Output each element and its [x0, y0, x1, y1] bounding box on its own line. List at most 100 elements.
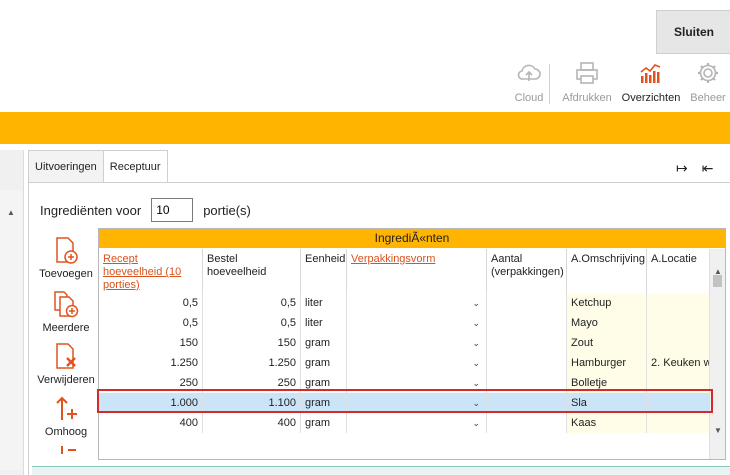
- cell-bestel[interactable]: 0,5: [203, 313, 301, 333]
- cell-recept[interactable]: 150: [99, 333, 203, 353]
- delete-document-icon: [56, 343, 76, 369]
- col-header-verpakkingsvorm[interactable]: Verpakkingsvorm: [347, 249, 487, 293]
- col-header-eenheid[interactable]: Eenheid: [301, 249, 347, 293]
- col-header-omschrijving[interactable]: A.Omschrijving: [567, 249, 647, 293]
- add-multiple-button[interactable]: Meerdere: [34, 290, 98, 334]
- table-row[interactable]: 1.250 1.250 gram ⌄ Hamburger 2. Keuken w: [99, 353, 711, 373]
- tab-uitvoeringen[interactable]: Uitvoeringen: [28, 150, 104, 183]
- table-row[interactable]: 400 400 gram ⌄ Kaas: [99, 413, 711, 433]
- tool-cloud[interactable]: Cloud: [512, 60, 546, 108]
- tool-manage[interactable]: Beheer: [688, 60, 728, 108]
- cell-aantal[interactable]: [487, 313, 567, 333]
- collapse-left-icon[interactable]: ⇤: [702, 160, 714, 177]
- panel-size-controls: ↦ ⇤: [676, 160, 713, 177]
- cell-bestel-text: 1.250: [268, 357, 296, 369]
- cell-bestel[interactable]: 150: [203, 333, 301, 353]
- chevron-down-icon[interactable]: ⌄: [472, 313, 480, 333]
- cell-eenheid: liter: [301, 313, 347, 333]
- table-row[interactable]: 150 150 gram ⌄ Zout: [99, 333, 711, 353]
- tool-overviews[interactable]: Overzichten: [620, 60, 682, 108]
- close-button[interactable]: Sluiten: [656, 10, 730, 54]
- cell-eenheid: gram: [301, 413, 347, 433]
- cell-omschrijving-text: Hamburger: [571, 357, 627, 369]
- tool-print-label: Afdrukken: [562, 92, 612, 104]
- cell-aantal[interactable]: [487, 353, 567, 373]
- cell-bestel-text: 150: [277, 337, 296, 349]
- cloud-upload-icon: [517, 64, 541, 81]
- toolbar-separator: [549, 64, 550, 104]
- cell-omschrijving: Ketchup: [567, 293, 647, 313]
- cell-eenheid-text: gram: [305, 377, 331, 389]
- cell-recept-text: 0,5: [182, 317, 198, 329]
- move-up-button[interactable]: Omhoog: [34, 394, 98, 438]
- move-up-icon: [56, 396, 77, 420]
- col-header-recept[interactable]: Recept hoeveelheid (10 porties): [99, 249, 203, 293]
- cell-omschrijving: Kaas: [567, 413, 647, 433]
- portions-unit-label: portie(s): [203, 202, 251, 218]
- col-header-bestel[interactable]: Bestel hoeveelheid: [203, 249, 301, 293]
- cell-recept[interactable]: 400: [99, 413, 203, 433]
- cell-bestel-text: 0,5: [280, 317, 296, 329]
- chevron-down-icon[interactable]: ⌄: [472, 413, 480, 433]
- tool-overviews-label: Overzichten: [621, 92, 681, 104]
- ingredients-grid: IngrediÃ«nten Recept hoeveelheid (10 por…: [98, 228, 726, 460]
- bar-chart-icon: [640, 64, 661, 83]
- add-multiple-documents-icon: [54, 291, 79, 318]
- cell-bestel[interactable]: 0,5: [203, 293, 301, 313]
- cell-eenheid: gram: [301, 333, 347, 353]
- expand-right-icon[interactable]: ↦: [676, 160, 688, 177]
- bottom-status-strip: [32, 466, 730, 475]
- cell-recept[interactable]: 0,5: [99, 293, 203, 313]
- cell-recept-text: 400: [179, 417, 198, 429]
- cell-locatie: [647, 333, 711, 353]
- add-button[interactable]: Toevoegen: [34, 236, 98, 280]
- cell-recept[interactable]: 1.250: [99, 353, 203, 373]
- cell-recept-text: 0,5: [182, 297, 198, 309]
- cell-omschrijving: Zout: [567, 333, 647, 353]
- cell-aantal[interactable]: [487, 413, 567, 433]
- left-scrollbar[interactable]: [0, 190, 22, 470]
- cell-recept-text: 250: [179, 377, 198, 389]
- portions-input[interactable]: [151, 198, 194, 222]
- cell-verpakking[interactable]: ⌄: [347, 293, 487, 313]
- col-header-locatie[interactable]: A.Locatie: [647, 249, 711, 293]
- cell-eenheid: gram: [301, 353, 347, 373]
- delete-button[interactable]: Verwijderen: [34, 342, 98, 386]
- cell-omschrijving-text: Mayo: [571, 317, 598, 329]
- cell-verpakking[interactable]: ⌄: [347, 353, 487, 373]
- cell-verpakking[interactable]: ⌄: [347, 413, 487, 433]
- tab-receptuur[interactable]: Receptuur: [102, 150, 168, 184]
- table-row[interactable]: 0,5 0,5 liter ⌄ Ketchup: [99, 293, 711, 313]
- grid-vertical-scrollbar[interactable]: ▲ ▼: [709, 249, 725, 459]
- scroll-down-icon[interactable]: ▼: [714, 426, 722, 435]
- cell-omschrijving: Mayo: [567, 313, 647, 333]
- cell-eenheid-text: gram: [305, 337, 331, 349]
- table-row[interactable]: 0,5 0,5 liter ⌄ Mayo: [99, 313, 711, 333]
- cell-omschrijving-text: Bolletje: [571, 377, 608, 389]
- col-header-aantal[interactable]: Aantal (verpakkingen): [487, 249, 567, 293]
- scroll-thumb[interactable]: [713, 275, 722, 287]
- cell-verpakking[interactable]: ⌄: [347, 333, 487, 353]
- cell-locatie: 2. Keuken w: [647, 353, 711, 373]
- cell-locatie-text: 2. Keuken w: [651, 357, 711, 369]
- left-panel-strip: ▲: [0, 150, 24, 475]
- add-button-label: Toevoegen: [39, 268, 93, 280]
- cell-bestel-text: 400: [277, 417, 296, 429]
- cell-eenheid-text: gram: [305, 357, 331, 369]
- chevron-down-icon[interactable]: ⌄: [472, 333, 480, 353]
- cell-verpakking[interactable]: ⌄: [347, 313, 487, 333]
- tool-print[interactable]: Afdrukken: [560, 60, 614, 108]
- cell-omschrijving-text: Ketchup: [571, 297, 612, 309]
- chevron-down-icon[interactable]: ⌄: [472, 353, 480, 373]
- cell-aantal[interactable]: [487, 293, 567, 313]
- cell-recept[interactable]: 0,5: [99, 313, 203, 333]
- tab-bar: Uitvoeringen Receptuur: [28, 150, 168, 184]
- chevron-down-icon[interactable]: ⌄: [472, 293, 480, 313]
- cell-bestel[interactable]: 400: [203, 413, 301, 433]
- cell-locatie: [647, 313, 711, 333]
- cell-omschrijving-text: Kaas: [571, 417, 597, 429]
- scroll-up-arrow-icon[interactable]: ▲: [7, 208, 15, 217]
- cell-omschrijving-text: Zout: [571, 337, 594, 349]
- cell-aantal[interactable]: [487, 333, 567, 353]
- cell-bestel[interactable]: 1.250: [203, 353, 301, 373]
